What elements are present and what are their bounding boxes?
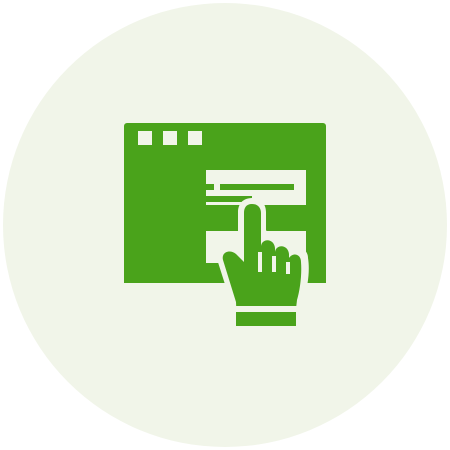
checkbox-cell-1 [136,162,188,213]
web-form-checklist-hand-icon [0,0,450,450]
hand-cuff-line [234,306,298,312]
window-dot-2 [163,131,177,145]
finger-gap-2 [272,256,276,272]
window-dot-1 [138,131,152,145]
text-line-1 [220,184,294,190]
finger-gap-3 [286,262,290,274]
hand-cuff [236,312,296,326]
finger-gap-1 [258,252,262,272]
icon-canvas [0,0,450,450]
window-dot-3 [188,131,202,145]
icon-svg [124,123,326,332]
row-divider [136,213,314,223]
text-bullet [206,184,214,190]
window-dots-icon [138,131,202,145]
window-title-bar [124,123,326,154]
checkbox-cell-2 [136,223,188,271]
